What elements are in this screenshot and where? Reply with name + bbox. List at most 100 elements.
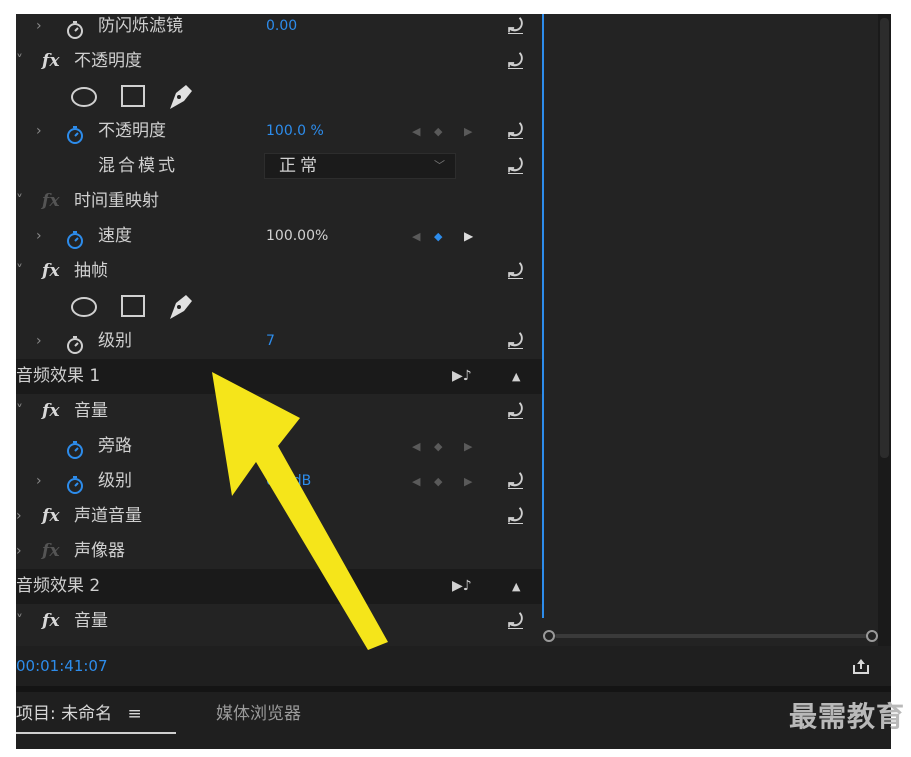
zoom-handle-left[interactable] bbox=[543, 630, 555, 642]
add-keyframe-icon[interactable]: ◆ bbox=[434, 464, 442, 499]
stopwatch-icon[interactable] bbox=[66, 472, 84, 494]
expand-chevron-icon[interactable]: › bbox=[36, 464, 42, 499]
expand-chevron-icon[interactable]: ˅ bbox=[16, 184, 23, 219]
effect-row[interactable]: › 级别 0.0 dB ◀ ◆ ▶ ⤾ bbox=[16, 464, 543, 499]
param-label: 不透明度 bbox=[98, 121, 166, 141]
effect-row[interactable]: ˅ fx 时间重映射 bbox=[16, 184, 543, 219]
param-value[interactable]: 0.00 bbox=[266, 14, 297, 44]
reset-icon[interactable]: ⤾ bbox=[508, 499, 523, 534]
stopwatch-icon[interactable] bbox=[66, 122, 84, 144]
effect-row[interactable]: › fx 声像器 bbox=[16, 534, 543, 569]
keyframe-timeline[interactable] bbox=[543, 14, 878, 646]
audio-effect-section[interactable]: 音频效果 1 ▶♪ ▲ bbox=[16, 359, 543, 394]
prev-keyframe-icon[interactable]: ◀ bbox=[412, 219, 420, 254]
add-keyframe-icon[interactable]: ◆ bbox=[434, 114, 442, 149]
effect-controls-panel: › 防闪烁滤镜 0.00 ⤾ ˅ fx 不透明度 ⤾ › 不透明度 100.0 % ◀ ◆ ▶ ⤾ 混合模式 正… bbox=[16, 14, 891, 646]
tab-media-browser[interactable]: 媒体浏览器 bbox=[216, 692, 301, 736]
expand-chevron-icon[interactable]: ˅ bbox=[16, 254, 23, 289]
playhead-line[interactable] bbox=[542, 14, 544, 618]
ellipse-mask-icon[interactable] bbox=[70, 289, 98, 324]
fx-toggle-icon[interactable]: fx bbox=[42, 44, 59, 79]
pen-mask-icon[interactable] bbox=[166, 289, 194, 324]
reset-icon[interactable]: ⤾ bbox=[508, 254, 523, 289]
expand-chevron-icon[interactable]: › bbox=[16, 499, 22, 534]
param-value[interactable]: 100.00% bbox=[266, 219, 328, 254]
rectangle-mask-icon[interactable] bbox=[120, 289, 146, 324]
next-keyframe-icon[interactable]: ▶ bbox=[464, 429, 472, 464]
vertical-scrollbar-thumb[interactable] bbox=[880, 18, 889, 458]
effect-row[interactable]: › 速度 100.00% ◀ ◆ ▶ bbox=[16, 219, 543, 254]
next-keyframe-icon[interactable]: ▶ bbox=[464, 219, 473, 254]
effect-row[interactable]: › 不透明度 100.0 % ◀ ◆ ▶ ⤾ bbox=[16, 114, 543, 149]
tab-project-label: 项目: 未命名 bbox=[16, 704, 113, 724]
ellipse-mask-icon[interactable] bbox=[70, 79, 98, 114]
fx-toggle-icon[interactable]: fx bbox=[42, 254, 59, 289]
effect-row[interactable]: 旁路 ◀ ◆ ▶ bbox=[16, 429, 543, 464]
stopwatch-icon[interactable] bbox=[66, 17, 84, 39]
effect-row[interactable]: ˅ fx 音量 ⤾ bbox=[16, 394, 543, 429]
reset-icon[interactable]: ⤾ bbox=[508, 394, 523, 429]
play-audio-icon[interactable]: ▶♪ bbox=[452, 569, 472, 604]
effect-row[interactable]: ˅ fx 抽帧 ⤾ bbox=[16, 254, 543, 289]
expand-chevron-icon[interactable]: › bbox=[36, 114, 42, 149]
audio-effect-section[interactable]: 音频效果 2 ▶♪ ▲ bbox=[16, 569, 543, 604]
blend-mode-select[interactable]: 正常 ﹀ bbox=[264, 153, 456, 179]
stopwatch-icon[interactable] bbox=[66, 332, 84, 354]
next-keyframe-icon[interactable]: ▶ bbox=[464, 464, 472, 499]
reset-icon[interactable]: ⤾ bbox=[508, 149, 523, 184]
reset-icon[interactable]: ⤾ bbox=[508, 14, 523, 44]
reset-icon[interactable]: ⤾ bbox=[508, 44, 523, 79]
fx-toggle-icon[interactable]: fx bbox=[42, 184, 59, 219]
active-tab-indicator bbox=[16, 732, 176, 734]
fx-toggle-icon[interactable]: fx bbox=[42, 394, 59, 429]
effect-name: 不透明度 bbox=[74, 51, 142, 71]
fx-toggle-icon[interactable]: fx bbox=[42, 534, 59, 569]
collapse-icon[interactable]: ▲ bbox=[512, 359, 520, 394]
add-keyframe-icon[interactable]: ◆ bbox=[434, 429, 442, 464]
reset-icon[interactable]: ⤾ bbox=[508, 464, 523, 499]
expand-chevron-icon[interactable]: › bbox=[36, 219, 42, 254]
add-keyframe-icon[interactable]: ◆ bbox=[434, 219, 442, 254]
expand-chevron-icon[interactable]: › bbox=[16, 534, 22, 569]
param-value[interactable]: 0.0 dB bbox=[266, 464, 311, 499]
prev-keyframe-icon[interactable]: ◀ bbox=[412, 114, 420, 149]
prev-keyframe-icon[interactable]: ◀ bbox=[412, 429, 420, 464]
export-frame-icon[interactable] bbox=[851, 656, 871, 676]
panel-menu-icon[interactable]: ≡ bbox=[128, 704, 142, 724]
stopwatch-icon[interactable] bbox=[66, 227, 84, 249]
expand-chevron-icon[interactable]: ˅ bbox=[16, 394, 23, 429]
effect-row[interactable]: ˅ fx 音量 ⤾ bbox=[16, 604, 543, 639]
reset-icon[interactable]: ⤾ bbox=[508, 324, 523, 359]
fx-toggle-icon[interactable]: fx bbox=[42, 499, 59, 534]
timeline-zoom-scrollbar[interactable] bbox=[543, 629, 878, 643]
fx-toggle-icon[interactable]: fx bbox=[42, 604, 59, 639]
tab-project[interactable]: 项目: 未命名 ≡ bbox=[16, 692, 142, 736]
vertical-scrollbar[interactable] bbox=[878, 14, 891, 646]
reset-icon[interactable]: ⤾ bbox=[508, 604, 523, 639]
blend-mode-value: 正常 bbox=[279, 156, 321, 176]
effect-row[interactable]: › 防闪烁滤镜 0.00 ⤾ bbox=[16, 14, 543, 44]
param-value[interactable]: 7 bbox=[266, 324, 275, 359]
play-audio-icon[interactable]: ▶♪ bbox=[452, 359, 472, 394]
zoom-handle-right[interactable] bbox=[866, 630, 878, 642]
rectangle-mask-icon[interactable] bbox=[120, 79, 146, 114]
zoom-scrollbar-track[interactable] bbox=[555, 634, 867, 638]
effect-row[interactable] bbox=[16, 79, 543, 114]
expand-chevron-icon[interactable]: › bbox=[36, 14, 42, 44]
pen-mask-icon[interactable] bbox=[166, 79, 194, 114]
reset-icon[interactable]: ⤾ bbox=[508, 114, 523, 149]
next-keyframe-icon[interactable]: ▶ bbox=[464, 114, 472, 149]
param-value[interactable]: 100.0 % bbox=[266, 114, 324, 149]
effect-row[interactable]: › 级别 7 ⤾ bbox=[16, 324, 543, 359]
effect-row[interactable]: 混合模式 正常 ﹀ ⤾ bbox=[16, 149, 543, 184]
effect-row[interactable]: ˅ fx 不透明度 ⤾ bbox=[16, 44, 543, 79]
effect-row[interactable]: › fx 声道音量 ⤾ bbox=[16, 499, 543, 534]
expand-chevron-icon[interactable]: ˅ bbox=[16, 604, 23, 639]
collapse-icon[interactable]: ▲ bbox=[512, 569, 520, 604]
prev-keyframe-icon[interactable]: ◀ bbox=[412, 464, 420, 499]
expand-chevron-icon[interactable]: › bbox=[36, 324, 42, 359]
effect-row[interactable] bbox=[16, 289, 543, 324]
current-timecode[interactable]: 00:01:41:07 bbox=[16, 646, 108, 686]
stopwatch-icon[interactable] bbox=[66, 437, 84, 459]
expand-chevron-icon[interactable]: ˅ bbox=[16, 44, 23, 79]
